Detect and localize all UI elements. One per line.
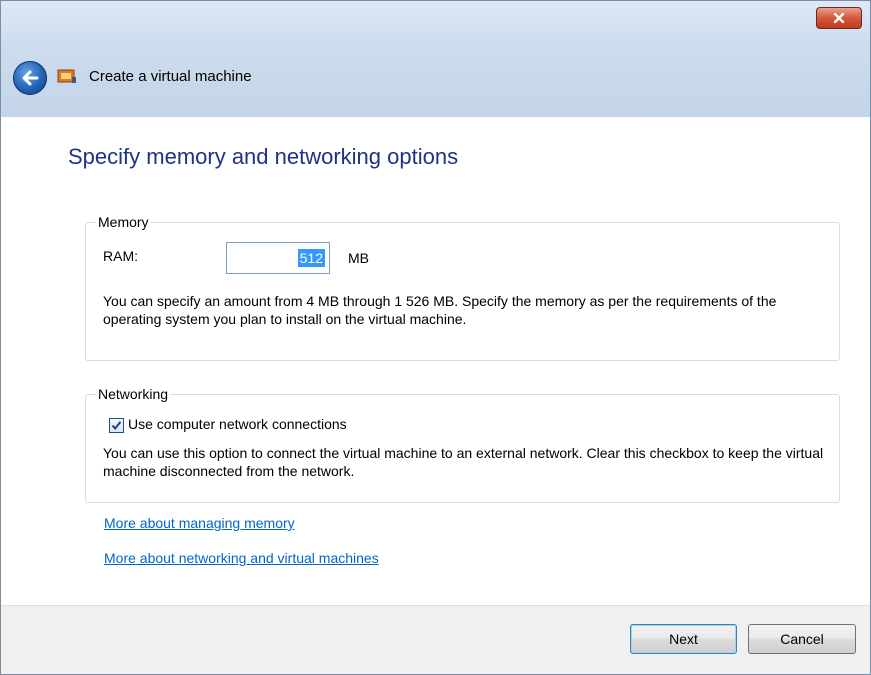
- page-heading: Specify memory and networking options: [68, 144, 459, 169]
- nav-row: Create a virtual machine: [1, 57, 870, 109]
- networking-group: Networking Use computer network connecti…: [85, 386, 840, 503]
- dialog-window: Create a virtual machine Specify memory …: [0, 0, 871, 675]
- cancel-button[interactable]: Cancel: [748, 624, 856, 654]
- ram-input[interactable]: 512: [226, 242, 330, 274]
- ram-value-selected: 512: [297, 249, 325, 267]
- content-area: Specify memory and networking options Me…: [1, 118, 870, 606]
- memory-group: Memory RAM: 512 MB You can specify an am…: [85, 214, 840, 361]
- close-icon: [833, 13, 845, 23]
- networking-description: You can use this option to connect the v…: [103, 445, 824, 479]
- checkmark-icon: [111, 421, 122, 431]
- link-managing-memory[interactable]: More about managing memory: [104, 515, 295, 531]
- network-connections-label[interactable]: Use computer network connections: [128, 416, 347, 432]
- network-connections-checkbox[interactable]: [109, 418, 124, 433]
- button-footer: Next Cancel: [1, 605, 870, 674]
- virtual-pc-icon: [57, 69, 76, 83]
- ram-unit-label: MB: [348, 250, 369, 266]
- close-button[interactable]: [816, 7, 862, 29]
- next-button[interactable]: Next: [630, 624, 737, 654]
- ram-label: RAM:: [103, 248, 138, 264]
- window-title: Create a virtual machine: [89, 68, 252, 85]
- title-bar: Create a virtual machine: [1, 1, 870, 117]
- back-arrow-icon: [22, 70, 39, 86]
- memory-description: You can specify an amount from 4 MB thro…: [103, 293, 777, 327]
- memory-legend: Memory: [98, 214, 149, 230]
- back-button[interactable]: [13, 61, 47, 95]
- link-networking-virtual-machines[interactable]: More about networking and virtual machin…: [104, 550, 379, 566]
- networking-legend: Networking: [98, 386, 169, 402]
